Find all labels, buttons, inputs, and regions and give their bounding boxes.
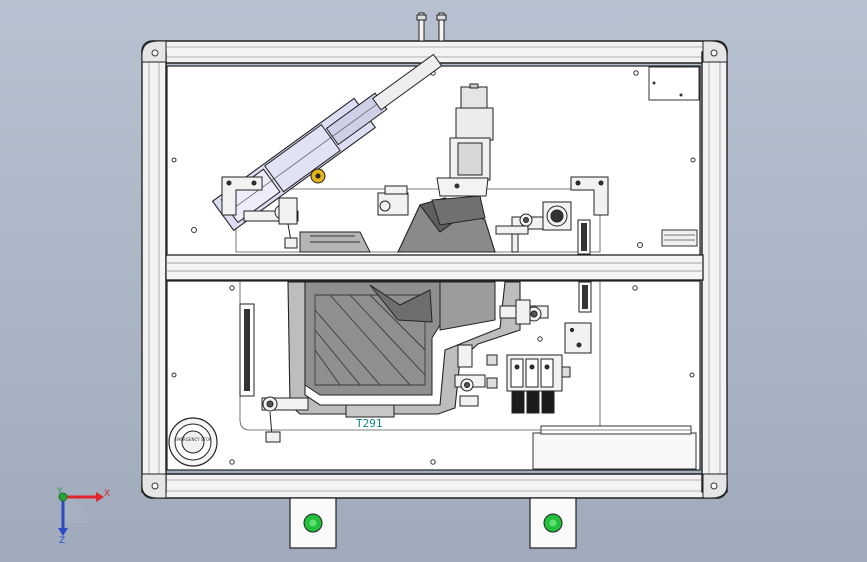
z-axis-label: Z [59,536,65,546]
emergency-stop-label: EMERGENCY STOP [175,437,212,442]
orientation-triad: X Y Z [56,487,110,546]
y-axis-label: Y [56,487,63,497]
x-axis-label: X [104,489,110,499]
indicator-box-left [289,497,337,549]
middle-beam [165,254,704,281]
cad-viewport[interactable]: T291 EMERGENCY STOP X Y Z [0,0,867,562]
emergency-stop-button[interactable]: EMERGENCY STOP [168,417,218,467]
top-fittings [416,12,447,42]
indicator-box-right [529,497,577,549]
part-number-label: T291 [356,417,383,430]
cad-drawing[interactable]: T291 EMERGENCY STOP X Y Z [0,0,867,562]
